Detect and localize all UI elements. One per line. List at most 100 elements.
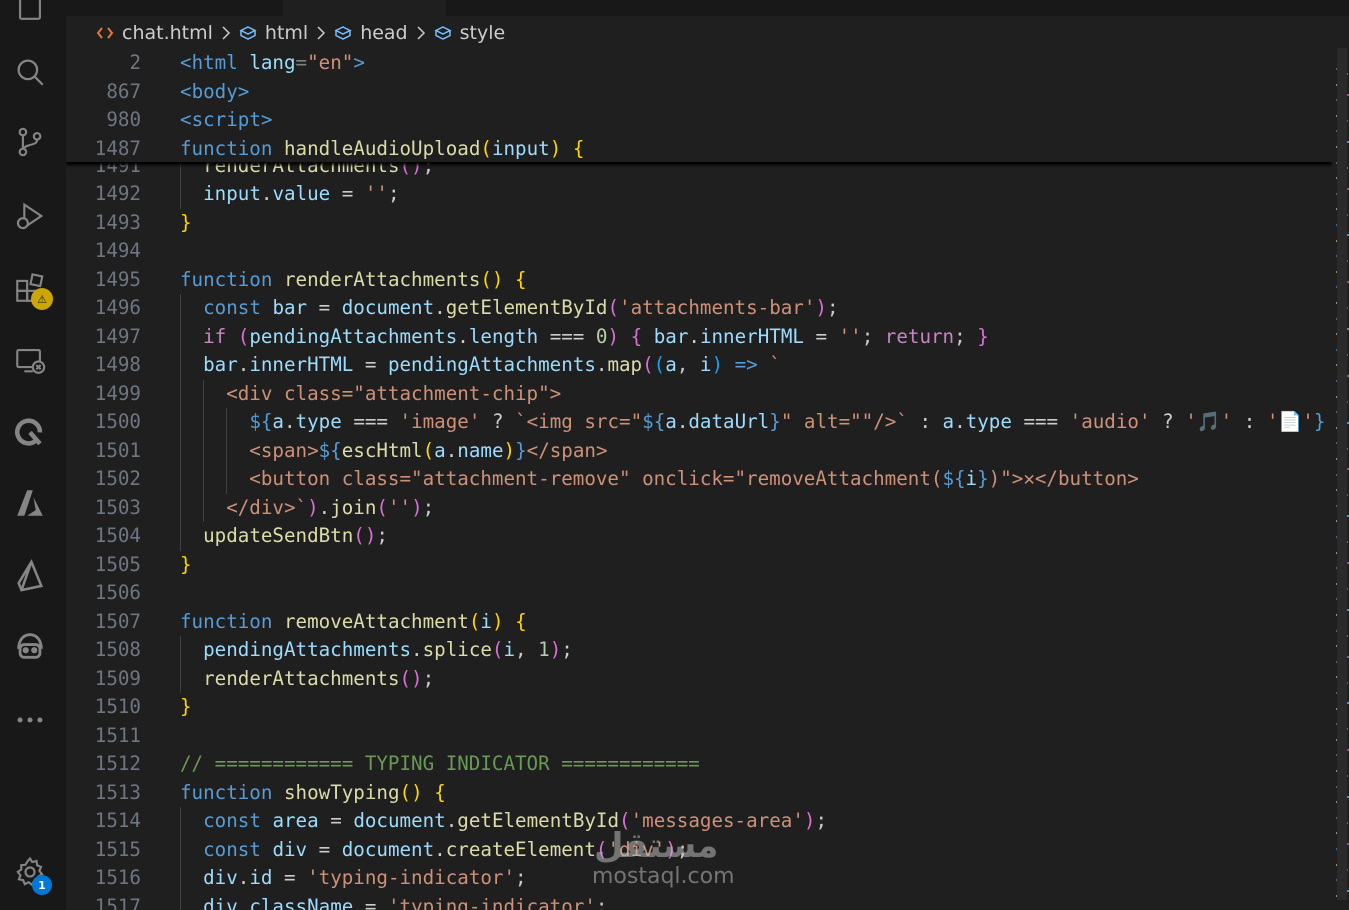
code-line[interactable]: 1502 <button class="attachment-remove" o…: [66, 465, 1332, 494]
line-number[interactable]: 980: [66, 106, 141, 135]
code-token: updateSendBtn: [203, 524, 354, 547]
code-line[interactable]: 1493}: [66, 209, 1332, 238]
line-number[interactable]: 1516: [66, 864, 141, 893]
line-number[interactable]: 1506: [66, 579, 141, 608]
code-editor[interactable]: 2 <html lang="en"> 867 <body> 980 <script> 148…: [66, 48, 1332, 910]
code-line[interactable]: 1508 pendingAttachments.splice(i, 1);: [66, 636, 1332, 665]
line-number[interactable]: 1497: [66, 323, 141, 352]
line-number[interactable]: 1494: [66, 237, 141, 266]
code-line[interactable]: 1505}: [66, 551, 1332, 580]
copilot-icon[interactable]: [10, 626, 50, 666]
code-token: ?: [1150, 410, 1186, 433]
code-token: }: [180, 695, 192, 718]
code-token: ): [491, 609, 504, 633]
code-line[interactable]: 1506: [66, 579, 1332, 608]
breadcrumb-file[interactable]: chat.html: [96, 22, 213, 44]
code-token: function: [180, 136, 273, 160]
code-line[interactable]: 1503 </div>`).join('');: [66, 494, 1332, 523]
code-token: a: [942, 410, 955, 433]
code-line[interactable]: 1504 updateSendBtn();: [66, 522, 1332, 551]
line-number[interactable]: 1514: [66, 807, 141, 836]
explorer-icon[interactable]: [10, 0, 50, 26]
code-line[interactable]: 1496 const bar = document.getElementById…: [66, 294, 1332, 323]
line-number[interactable]: 1507: [66, 608, 141, 637]
line-number[interactable]: 1493: [66, 209, 141, 238]
code-line[interactable]: 1507 function removeAttachment(i) {: [66, 608, 1332, 637]
code-token: ;: [861, 324, 885, 348]
run-debug-icon[interactable]: [10, 196, 50, 236]
code-line[interactable]: 1509 renderAttachments();: [66, 665, 1332, 694]
line-number[interactable]: 1495: [66, 266, 141, 295]
more-icon[interactable]: [10, 700, 50, 740]
code-line[interactable]: 1513 function showTyping() {: [66, 779, 1332, 808]
code-line[interactable]: 1500 ${a.type === 'image' ? `<img src="$…: [66, 408, 1332, 437]
line-number[interactable]: 1492: [66, 180, 141, 209]
search-icon[interactable]: [10, 52, 50, 92]
breadcrumb: chat.html html head style: [66, 18, 1349, 48]
code-line[interactable]: 1501 <span>${escHtml(a.name)}</span>: [66, 437, 1332, 466]
line-number[interactable]: 1500: [66, 408, 141, 437]
line-number[interactable]: 1509: [66, 665, 141, 694]
q-icon[interactable]: [10, 411, 50, 451]
line-number[interactable]: 1496: [66, 294, 141, 323]
line-number[interactable]: 2: [66, 49, 141, 78]
line-number[interactable]: 1502: [66, 465, 141, 494]
breadcrumb-item-html[interactable]: html: [239, 22, 308, 44]
breadcrumb-item-style[interactable]: style: [433, 22, 505, 44]
source-control-icon[interactable]: [10, 122, 50, 162]
line-number[interactable]: 1517: [66, 893, 141, 910]
line-number[interactable]: 1513: [66, 779, 141, 808]
scrollbar-thumb[interactable]: [1337, 48, 1347, 900]
azure-icon[interactable]: [10, 483, 50, 523]
code-line[interactable]: 1511: [66, 722, 1332, 751]
code-line[interactable]: 1495 function renderAttachments() {: [66, 266, 1332, 295]
line-number[interactable]: 1508: [66, 636, 141, 665]
sticky-line[interactable]: 867 <body>: [66, 78, 1332, 107]
line-number[interactable]: 1504: [66, 522, 141, 551]
code-line[interactable]: 1499 <div class="attachment-chip">: [66, 380, 1332, 409]
remote-explorer-icon[interactable]: [10, 340, 50, 380]
code-token: 'image': [399, 410, 481, 433]
code-token: body: [191, 79, 238, 103]
sticky-line[interactable]: 980 <script>: [66, 106, 1332, 135]
line-number[interactable]: 1487: [66, 135, 141, 164]
code-token: (: [237, 324, 250, 348]
sticky-line[interactable]: 1487 function handleAudioUpload(input) {: [66, 135, 1332, 164]
code-line[interactable]: 1492 input.value = '';: [66, 180, 1332, 209]
line-number[interactable]: 1515: [66, 836, 141, 865]
code-token: getElementById: [445, 296, 608, 319]
breadcrumb-item-head[interactable]: head: [334, 22, 408, 44]
line-number[interactable]: 1499: [66, 380, 141, 409]
line-code: <script>: [180, 106, 272, 135]
code-token: )">✕</button>: [988, 467, 1139, 490]
code-token: }: [180, 210, 192, 234]
line-number[interactable]: 1512: [66, 750, 141, 779]
prisma-icon[interactable]: [10, 556, 50, 596]
code-token: ===: [341, 410, 400, 433]
symbol-field-icon: [239, 24, 257, 42]
code-line[interactable]: 1498 bar.innerHTML = pendingAttachments.…: [66, 351, 1332, 380]
line-code: input.value = '';: [180, 180, 399, 209]
breadcrumb-label: head: [360, 22, 408, 44]
line-number[interactable]: 1498: [66, 351, 141, 380]
line-number[interactable]: 1510: [66, 693, 141, 722]
sticky-scroll[interactable]: 2 <html lang="en"> 867 <body> 980 <script> 148…: [66, 48, 1332, 162]
code-token: renderAttachments: [203, 666, 400, 690]
code-token: ): [711, 353, 724, 376]
line-number[interactable]: 1511: [66, 722, 141, 751]
line-number[interactable]: 1503: [66, 494, 141, 523]
line-number[interactable]: 1501: [66, 437, 141, 466]
editor-tab[interactable]: [283, 0, 446, 16]
sticky-line[interactable]: 2 <html lang="en">: [66, 49, 1332, 78]
code-line[interactable]: 1497 if (pendingAttachments.length === 0…: [66, 323, 1332, 352]
line-number[interactable]: 1505: [66, 551, 141, 580]
code-line[interactable]: 1512 // ============ TYPING INDICATOR ===…: [66, 750, 1332, 779]
code-line[interactable]: 1510}: [66, 693, 1332, 722]
code-line[interactable]: 1494: [66, 237, 1332, 266]
code-token: (): [399, 780, 423, 804]
line-number[interactable]: 867: [66, 78, 141, 107]
code-token: ${: [249, 410, 273, 433]
